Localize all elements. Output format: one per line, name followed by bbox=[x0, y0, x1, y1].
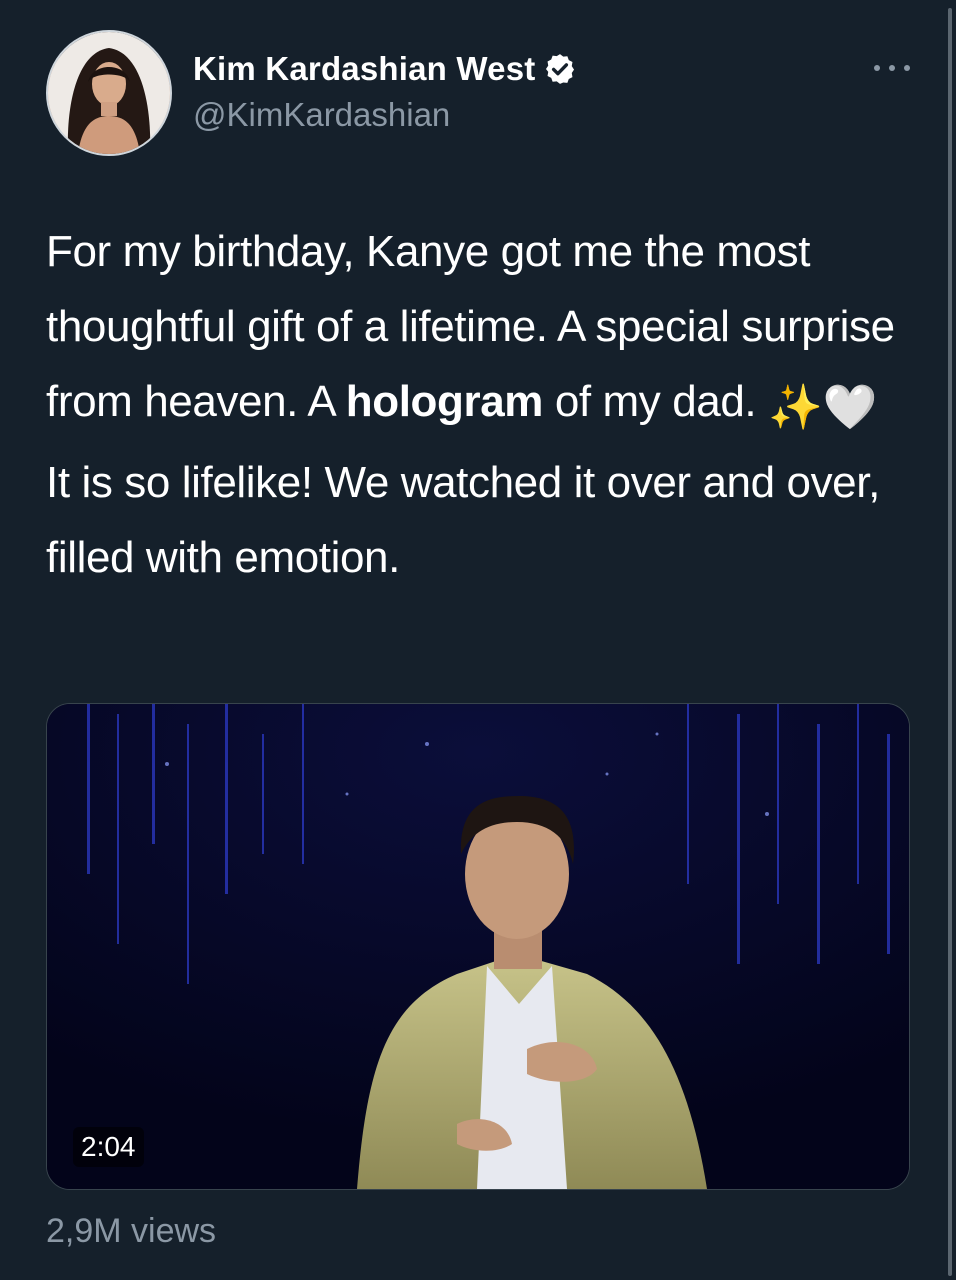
scrollbar[interactable] bbox=[948, 8, 952, 1276]
tweet-text-part2: of my dad. bbox=[543, 377, 769, 426]
display-name-row: Kim Kardashian West bbox=[193, 50, 577, 88]
tweet-header: Kim Kardashian West @KimKardashian bbox=[46, 30, 916, 160]
tweet-text-part3: It is so lifelike! We watched it over an… bbox=[46, 458, 880, 582]
tweet-text-bold: hologram bbox=[345, 377, 544, 426]
profile-photo-icon bbox=[48, 32, 170, 154]
video-thumbnail bbox=[47, 704, 909, 1189]
more-options-icon[interactable] bbox=[874, 58, 910, 78]
video-player[interactable]: 2:04 bbox=[46, 703, 910, 1190]
verified-badge-icon bbox=[546, 54, 575, 84]
video-duration: 2:04 bbox=[73, 1127, 144, 1167]
avatar[interactable] bbox=[46, 30, 172, 156]
white-heart-icon: 🤍 bbox=[822, 383, 877, 432]
handle[interactable]: @KimKardashian bbox=[193, 96, 577, 134]
author-names: Kim Kardashian West @KimKardashian bbox=[193, 50, 577, 134]
sparkles-icon: ✨ bbox=[768, 383, 823, 432]
display-name[interactable]: Kim Kardashian West bbox=[193, 50, 535, 88]
view-count: 2,9M views bbox=[46, 1212, 217, 1250]
tweet-card: Kim Kardashian West @KimKardashian For m… bbox=[0, 0, 956, 1280]
tweet-text: For my birthday, Kanye got me the most t… bbox=[46, 214, 906, 595]
